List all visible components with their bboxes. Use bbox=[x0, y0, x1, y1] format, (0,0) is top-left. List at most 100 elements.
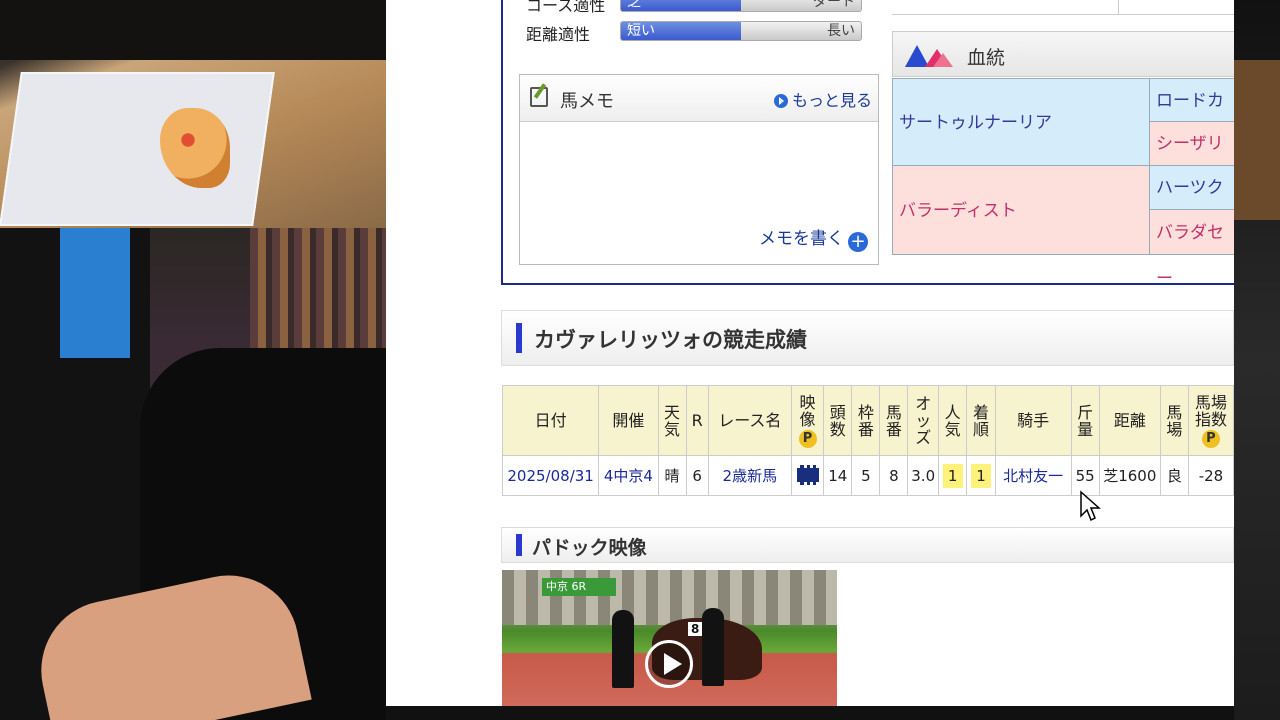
cell-popularity: 1 bbox=[937, 455, 968, 496]
col-header-label: 距離 bbox=[1113, 411, 1146, 430]
pedigree-sire-dam[interactable]: シーザリオ bbox=[1149, 121, 1234, 199]
col-header-label: R bbox=[691, 411, 703, 430]
paddock-heading: パドック映像 bbox=[532, 537, 647, 559]
browser-page: コース適性 芝 ダート 距離適性 短い 長い 馬メモ もっと見る メモを書く + … bbox=[386, 0, 1234, 706]
col-header-race-no: R bbox=[685, 385, 709, 456]
cell-value[interactable]: 4中京4 bbox=[604, 467, 653, 485]
cell-value: 5 bbox=[861, 466, 871, 485]
cell-value: 8 bbox=[889, 466, 899, 485]
video-film-icon[interactable] bbox=[796, 464, 819, 485]
course-aptitude-right: ダート bbox=[813, 0, 855, 10]
webcam-background bbox=[0, 0, 386, 60]
table-row: 2025/08/31 4中京4 晴 6 2歳新馬 14 5 8 3.0 1 1 北村友一 55 芝1600… bbox=[501, 455, 1234, 496]
col-header-frame: 枠 番 bbox=[851, 385, 881, 456]
col-header-video: 映 像P bbox=[790, 385, 825, 456]
cell-finish: 1 bbox=[966, 455, 996, 496]
cell-value: -28 bbox=[1198, 466, 1224, 485]
cell-date[interactable]: 2025/08/31 bbox=[501, 455, 600, 496]
distance-aptitude-label: 距離適性 bbox=[526, 25, 591, 44]
pedigree-dam[interactable]: バラーディスト bbox=[892, 165, 1150, 255]
bottom-strip bbox=[386, 706, 1234, 720]
arrow-circle-icon bbox=[773, 94, 788, 108]
cell-race-no: 6 bbox=[685, 455, 709, 496]
cell-weather: 晴 bbox=[657, 455, 687, 496]
memo-header: 馬メモ もっと見る bbox=[520, 75, 878, 122]
horse-bib-number: 8 bbox=[688, 622, 703, 636]
pedigree-logo-icon bbox=[905, 45, 953, 67]
memo-pencil-icon bbox=[530, 87, 548, 107]
cell-value: 3.0 bbox=[911, 466, 936, 485]
pedigree-header: 血統 bbox=[892, 31, 1234, 77]
results-section-header: カヴァレリッツォの競走成績 bbox=[501, 310, 1234, 366]
col-header-popularity: 人 気 bbox=[937, 385, 968, 456]
col-header-heads: 頭 数 bbox=[823, 385, 853, 456]
col-header-track-index: 馬場 指数 P bbox=[1187, 385, 1234, 456]
results-heading: カヴァレリッツォの競走成績 bbox=[534, 328, 807, 352]
col-header-finish: 着 順 bbox=[966, 385, 996, 456]
col-header-label: 日付 bbox=[534, 411, 567, 430]
webcam-overlay-top bbox=[0, 0, 386, 228]
cell-venue[interactable]: 4中京4 bbox=[598, 455, 659, 496]
course-aptitude-label: コース適性 bbox=[526, 0, 606, 15]
col-header-label: 馬 場 bbox=[1166, 402, 1183, 439]
cell-track: 良 bbox=[1159, 455, 1189, 496]
webcam-overlay-bottom bbox=[0, 228, 386, 720]
cell-value[interactable]: 2025/08/31 bbox=[507, 467, 593, 485]
play-icon[interactable] bbox=[645, 640, 693, 688]
cell-video[interactable] bbox=[790, 455, 825, 496]
pedigree-sire[interactable]: サートゥルナーリア bbox=[892, 78, 1150, 166]
horse-memo-box: 馬メモ もっと見る メモを書く + bbox=[519, 74, 879, 265]
sire-name: サートゥルナーリア bbox=[899, 113, 1052, 133]
cell-value[interactable]: 北村友一 bbox=[1003, 467, 1063, 485]
col-header-race-name: レース名 bbox=[707, 385, 792, 456]
distance-aptitude-left: 短い bbox=[621, 22, 741, 40]
cell-value[interactable]: 2歳新馬 bbox=[723, 467, 778, 485]
premium-badge-icon: P bbox=[1201, 429, 1220, 448]
memo-more-label: もっと見る bbox=[791, 91, 872, 110]
col-header-label: 開催 bbox=[612, 411, 645, 430]
col-header-label: 馬 番 bbox=[885, 402, 902, 439]
cell-jockey[interactable]: 北村友一 bbox=[994, 455, 1072, 496]
paddock-sign: 中京 6R bbox=[542, 578, 616, 596]
pedigree-dam-dam[interactable]: バラダセー bbox=[1149, 209, 1234, 289]
cell-horse-no: 8 bbox=[879, 455, 909, 496]
pedigree-title: 血統 bbox=[967, 47, 1006, 69]
cell-value: 良 bbox=[1166, 467, 1182, 485]
distance-aptitude-bar: 短い 長い bbox=[620, 21, 862, 41]
memo-title: 馬メモ bbox=[560, 91, 614, 112]
cell-race-name[interactable]: 2歳新馬 bbox=[707, 455, 792, 496]
cell-value: 芝1600 bbox=[1103, 467, 1157, 485]
cell-value: 1 bbox=[970, 463, 991, 488]
memo-write-link[interactable]: メモを書く + bbox=[759, 224, 868, 252]
race-results-table: 日付 開催天 気 R レース名映 像P頭 数枠 番馬 番オ ッ ズ人 気着 順騎手斤 … bbox=[501, 385, 1234, 496]
col-header-weather: 天 気 bbox=[657, 385, 687, 456]
col-header-label: 人 気 bbox=[944, 402, 961, 439]
cell-odds: 3.0 bbox=[907, 455, 939, 496]
cell-value: 6 bbox=[692, 466, 702, 485]
dam-name: バラーディスト bbox=[899, 201, 1017, 221]
col-header-label: レース名 bbox=[718, 411, 782, 430]
plus-circle-icon: + bbox=[848, 232, 868, 252]
cell-divider bbox=[1118, 0, 1119, 14]
col-header-date: 日付 bbox=[501, 385, 600, 456]
memo-more-link[interactable]: もっと見る bbox=[773, 87, 872, 111]
paddock-video-thumbnail[interactable]: 中京 6R 8 bbox=[502, 570, 837, 706]
cell-distance: 芝1600 bbox=[1098, 455, 1161, 496]
paddock-section-header: パドック映像 bbox=[501, 527, 1234, 563]
shelf bbox=[1234, 60, 1280, 220]
heading-accent-bar bbox=[516, 534, 522, 556]
cell-value: 1 bbox=[942, 463, 963, 488]
cell-track-index: -28 bbox=[1187, 455, 1234, 496]
cell-value: 晴 bbox=[664, 467, 680, 485]
pedigree-sire-sire[interactable]: ロードカナ bbox=[1149, 78, 1234, 155]
right-background bbox=[1234, 0, 1280, 720]
col-header-distance: 距離 bbox=[1098, 385, 1161, 456]
col-header-label: 映 像 bbox=[799, 392, 816, 429]
memo-write-label: メモを書く bbox=[759, 229, 844, 249]
pedigree-top-row bbox=[892, 0, 1234, 15]
col-header-label: 枠 番 bbox=[857, 402, 874, 439]
col-header-weight: 斤 量 bbox=[1070, 385, 1100, 456]
course-aptitude-left: 芝 bbox=[621, 0, 741, 11]
col-header-label: 斤 量 bbox=[1077, 402, 1094, 439]
pedigree-dam-sire[interactable]: ハーツクラ bbox=[1149, 165, 1234, 243]
